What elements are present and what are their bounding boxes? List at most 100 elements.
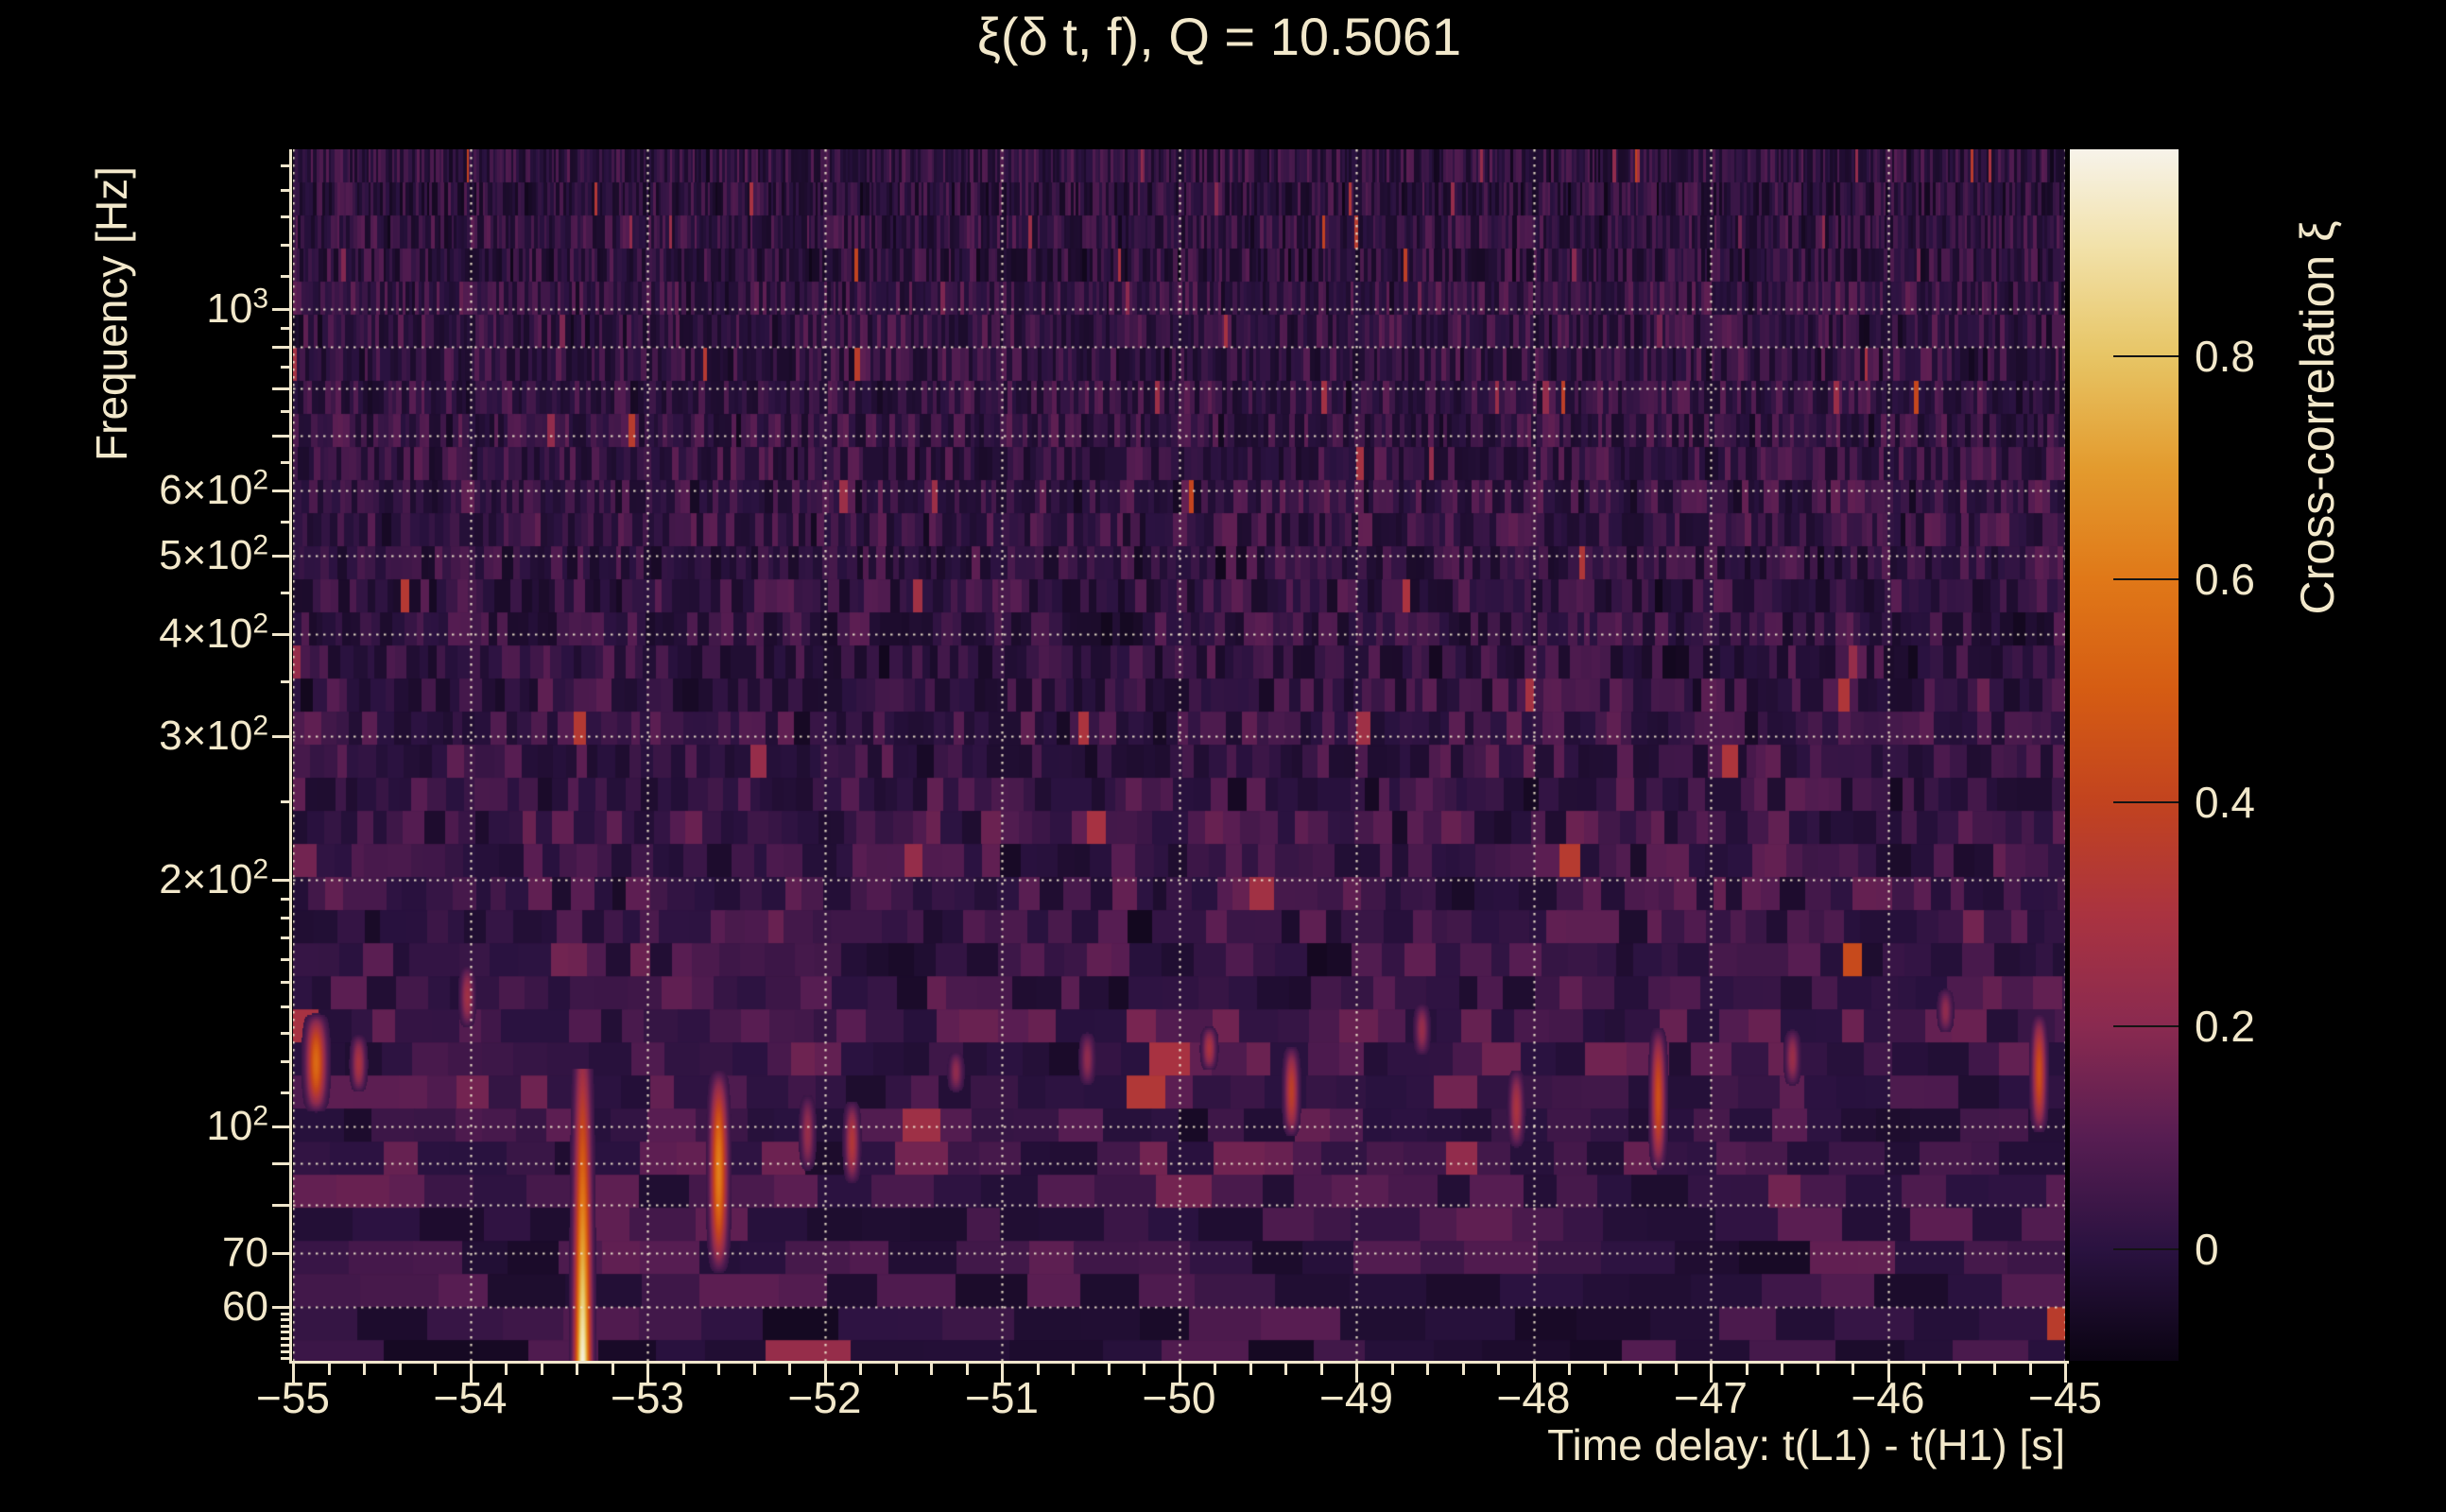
y-minor-tick (281, 274, 291, 278)
cross-correlation-figure: ξ(δ t, f), Q = 10.5061 −55 −54 −53 −52 −51 −5… (0, 0, 2446, 1512)
x-minor-tick (788, 1364, 791, 1375)
y-major-tick (272, 879, 291, 883)
x-minor-tick (1461, 1364, 1465, 1375)
y-minor-tick (281, 1091, 291, 1094)
x-minor-tick (505, 1364, 508, 1375)
y-minor-tick (281, 243, 291, 247)
y-major-tick (272, 490, 291, 493)
x-minor-tick (1390, 1364, 1394, 1375)
y-major-tick (272, 1251, 291, 1255)
colorbar-tick-label: 0.2 (2195, 1001, 2255, 1051)
spectrogram-heatmap (293, 149, 2065, 1361)
y-minor-tick (281, 958, 291, 962)
y-major-tick (272, 1125, 291, 1128)
y-minor-tick (281, 520, 291, 524)
x-tick-label: −55 (255, 1373, 331, 1422)
y-minor-tick (281, 1331, 291, 1334)
y-tick-label: 3×102 (159, 710, 268, 760)
y-tick-label: 60 (222, 1283, 268, 1331)
x-minor-tick (681, 1364, 685, 1375)
y-minor-tick (281, 1060, 291, 1064)
x-minor-tick (327, 1364, 331, 1375)
y-minor-tick (281, 799, 291, 803)
y-minor-tick (281, 461, 291, 465)
x-minor-tick (2028, 1364, 2032, 1375)
x-minor-tick (1852, 1364, 1854, 1375)
x-minor-tick (363, 1364, 366, 1375)
x-minor-tick (894, 1364, 898, 1375)
y-tick-label: 70 (222, 1228, 268, 1276)
x-tick-label: −54 (433, 1373, 508, 1422)
colorbar (2070, 149, 2179, 1361)
y-major-tick (272, 308, 291, 312)
x-minor-tick (717, 1364, 720, 1375)
y-minor-tick (281, 592, 291, 595)
x-minor-tick (1143, 1364, 1145, 1375)
x-axis-title: Time delay: t(L1) - t(H1) [s] (1547, 1420, 2065, 1469)
x-minor-tick (1603, 1364, 1607, 1375)
x-minor-tick (1249, 1364, 1252, 1375)
x-minor-tick (1993, 1364, 1996, 1375)
y-minor-tick (281, 1318, 291, 1322)
x-minor-tick (611, 1364, 614, 1375)
y-minor-tick (281, 1349, 291, 1353)
x-minor-tick (1214, 1364, 1216, 1375)
x-minor-tick (752, 1364, 756, 1375)
x-minor-tick (1745, 1364, 1748, 1375)
x-minor-tick (1072, 1364, 1075, 1375)
x-minor-tick (1781, 1364, 1783, 1375)
x-minor-tick (1816, 1364, 1819, 1375)
colorbar-tick (2113, 801, 2179, 804)
y-minor-tick (281, 917, 291, 919)
y-major-tick (272, 1162, 291, 1166)
x-minor-tick (1674, 1364, 1678, 1375)
y-minor-tick (281, 189, 291, 193)
y-tick-label: 6×102 (159, 464, 268, 514)
x-minor-tick (1284, 1364, 1287, 1375)
colorbar-tick (2113, 1024, 2179, 1027)
y-minor-tick (281, 215, 291, 218)
x-tick-label: −47 (1673, 1373, 1748, 1422)
y-major-tick (272, 387, 291, 391)
y-axis-line (289, 149, 292, 1364)
colorbar-tick (2113, 1247, 2179, 1250)
y-tick-label: 2×102 (159, 853, 268, 903)
colorbar-tick-label: 0.4 (2195, 778, 2255, 828)
y-major-tick (272, 1306, 291, 1310)
x-minor-tick (859, 1364, 862, 1375)
y-tick-label: 103 (206, 283, 268, 333)
x-tick-label: −46 (1851, 1373, 1925, 1422)
x-minor-tick (398, 1364, 402, 1375)
x-tick-label: −50 (1142, 1373, 1216, 1422)
x-minor-tick (1036, 1364, 1040, 1375)
x-minor-tick (1639, 1364, 1642, 1375)
x-tick-label: −51 (964, 1373, 1040, 1422)
y-major-tick (272, 435, 291, 438)
x-tick-label: −53 (610, 1373, 685, 1422)
colorbar-tick (2113, 354, 2179, 357)
x-minor-tick (1957, 1364, 1961, 1375)
y-minor-tick (281, 1337, 291, 1341)
colorbar-tick-label: 0 (2195, 1224, 2219, 1274)
x-tick-label: −49 (1318, 1373, 1394, 1422)
y-minor-tick (281, 366, 291, 369)
x-tick-label: −45 (2027, 1373, 2103, 1422)
y-minor-tick (281, 1005, 291, 1009)
y-minor-tick (281, 1312, 291, 1315)
y-major-tick (272, 633, 291, 637)
y-minor-tick (281, 981, 291, 985)
x-minor-tick (1497, 1364, 1500, 1375)
colorbar-tick (2113, 577, 2179, 580)
y-minor-tick (281, 326, 291, 330)
y-tick-label: 102 (206, 1099, 268, 1149)
x-minor-tick (576, 1364, 578, 1375)
y-minor-tick (281, 1324, 291, 1328)
y-major-tick (272, 735, 291, 739)
x-minor-tick (965, 1364, 969, 1375)
y-tick-label: 5×102 (159, 528, 268, 578)
y-minor-tick (281, 1357, 291, 1361)
x-minor-tick (1922, 1364, 1925, 1375)
y-major-tick (272, 1204, 291, 1208)
x-minor-tick (540, 1364, 543, 1375)
y-minor-tick (281, 410, 291, 414)
